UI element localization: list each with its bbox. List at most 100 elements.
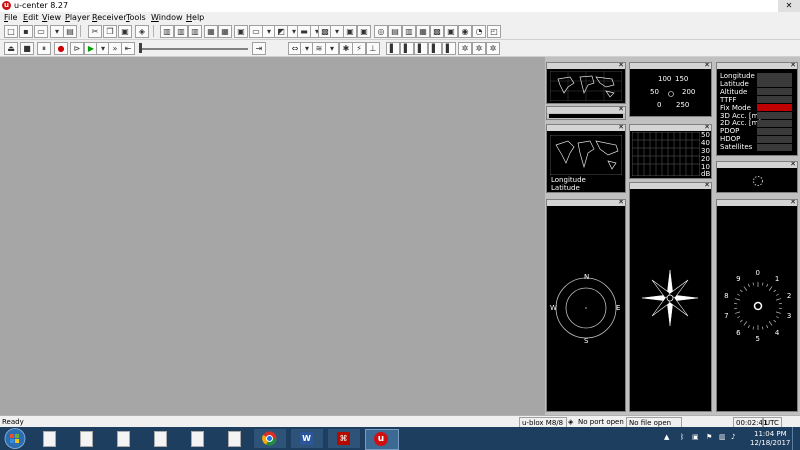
close-pane-icon[interactable]: ✕ xyxy=(790,200,796,207)
copy-icon[interactable]: ❐ xyxy=(103,25,117,38)
clock-time[interactable]: 11:04 PM xyxy=(754,430,787,438)
sky-view-icon[interactable]: ▣ xyxy=(357,25,371,38)
bar-e-icon[interactable]: ▌ xyxy=(442,42,456,55)
statistic-dropdown-icon[interactable]: ▾ xyxy=(330,25,344,38)
document-b-icon[interactable]: ▥ xyxy=(174,25,188,38)
menu-file[interactable]: File xyxy=(4,12,17,23)
data-view-pane[interactable]: ✕ Longitude Latitude Altitude TTFF Fix Mode 3… xyxy=(716,62,798,156)
binary-console-icon[interactable]: ▥ xyxy=(402,25,416,38)
histogram-icon[interactable]: ▬ xyxy=(297,25,311,38)
taskbar-document-1[interactable] xyxy=(32,429,64,448)
polling-icon[interactable]: ⚡ xyxy=(352,42,366,55)
taskbar-document-5[interactable] xyxy=(180,429,212,448)
start-button-icon[interactable] xyxy=(4,428,26,449)
clock-pane[interactable]: ✕ 0 12 34 5 67 89 xyxy=(716,199,798,412)
record-config-icon[interactable]: ◈ xyxy=(135,25,149,38)
view-icon[interactable]: ▭ xyxy=(249,25,263,38)
eject-icon[interactable]: ⏏ xyxy=(4,42,18,55)
record-icon[interactable]: ● xyxy=(54,42,68,55)
taskbar-word[interactable]: W xyxy=(291,429,323,448)
table-view-icon[interactable]: ▦ xyxy=(416,25,430,38)
dropdown-icon[interactable]: ▾ xyxy=(50,25,64,38)
menu-help[interactable]: Help xyxy=(186,12,204,23)
text-console-icon[interactable]: ▤ xyxy=(388,25,402,38)
menu-edit[interactable]: Edit xyxy=(23,12,39,23)
bar-b-icon[interactable]: ▌ xyxy=(400,42,414,55)
close-pane-icon[interactable]: ✕ xyxy=(704,183,710,190)
satellite-status-pane[interactable]: ✕ xyxy=(716,161,798,193)
menu-window[interactable]: Window xyxy=(151,12,183,23)
console-icon[interactable]: ▣ xyxy=(234,25,248,38)
antenna-icon[interactable]: ⊥ xyxy=(366,42,380,55)
tray-app-icon[interactable]: ▣ xyxy=(692,433,699,441)
deviation-map-icon[interactable]: ▣ xyxy=(343,25,357,38)
chart-icon[interactable]: ◩ xyxy=(274,25,288,38)
close-pane-icon[interactable]: ✕ xyxy=(618,125,624,132)
cut-icon[interactable]: ✂ xyxy=(88,25,102,38)
tray-arrow-icon[interactable]: ▲ xyxy=(664,433,669,441)
menu-tools[interactable]: Tools xyxy=(126,12,146,23)
signal-level-pane[interactable]: ✕ 50 40 30 20 10 dB xyxy=(629,124,712,179)
world-map-pane[interactable]: ✕ xyxy=(546,62,626,104)
stop-icon[interactable]: ■ xyxy=(20,42,34,55)
sky-view-pane[interactable]: ✕ Longitude Latitude xyxy=(546,124,626,193)
deviation-map-pane[interactable]: ✕ 100 150 50 200 0 250 xyxy=(629,62,712,117)
flag-icon[interactable]: ⚑ xyxy=(706,433,712,441)
clock-date[interactable]: 12/18/2017 xyxy=(750,439,790,447)
baudrate-icon[interactable]: ≋ xyxy=(312,42,326,55)
compass-icon[interactable]: ◉ xyxy=(458,25,472,38)
autobauding-icon[interactable]: ✱ xyxy=(339,42,353,55)
window-layout-a-icon[interactable]: ▦ xyxy=(204,25,218,38)
playback-slider-handle[interactable] xyxy=(139,43,142,53)
clock-icon[interactable]: ◔ xyxy=(472,25,486,38)
pause-icon[interactable]: ⏸ xyxy=(37,42,51,55)
close-window-button[interactable]: ✕ xyxy=(778,0,800,12)
taskbar-document-2[interactable] xyxy=(69,429,101,448)
docking-icon[interactable]: ◰ xyxy=(487,25,501,38)
close-pane-icon[interactable]: ✕ xyxy=(618,63,624,70)
gyro-pane[interactable]: ✕ xyxy=(629,182,712,412)
satellite-level-icon[interactable]: ▣ xyxy=(444,25,458,38)
bar-c-icon[interactable]: ▌ xyxy=(414,42,428,55)
bluetooth-icon[interactable]: ᛒ xyxy=(680,433,684,441)
volume-icon[interactable]: ♪ xyxy=(731,433,735,441)
gear-a-icon[interactable]: ✲ xyxy=(458,42,472,55)
bar-a-icon[interactable]: ▌ xyxy=(386,42,400,55)
save-icon[interactable]: ▪ xyxy=(19,25,33,38)
taskbar-acrobat[interactable]: ⌘ xyxy=(328,429,360,448)
window-layout-b-icon[interactable]: ▦ xyxy=(218,25,232,38)
document-c-icon[interactable]: ▥ xyxy=(188,25,202,38)
playback-slider[interactable] xyxy=(140,48,248,50)
menu-player[interactable]: Player xyxy=(65,12,90,23)
print-icon[interactable]: ▤ xyxy=(63,25,77,38)
menu-view[interactable]: View xyxy=(42,12,61,23)
rewind-icon[interactable]: ⇤ xyxy=(121,42,135,55)
taskbar-document-3[interactable] xyxy=(106,429,138,448)
gear-b-icon[interactable]: ✲ xyxy=(472,42,486,55)
paste-icon[interactable]: ▣ xyxy=(118,25,132,38)
gear-c-icon[interactable]: ✲ xyxy=(486,42,500,55)
taskbar-document-4[interactable] xyxy=(143,429,175,448)
fast-forward-icon[interactable]: » xyxy=(108,42,122,55)
map-view-icon[interactable]: ▩ xyxy=(430,25,444,38)
network-icon[interactable]: ▥ xyxy=(719,433,726,441)
compass-pane[interactable]: ✕ N S E W xyxy=(546,199,626,412)
document-a-icon[interactable]: ▥ xyxy=(160,25,174,38)
close-pane-icon[interactable]: ✕ xyxy=(618,107,624,114)
close-pane-icon[interactable]: ✕ xyxy=(618,200,624,207)
new-file-icon[interactable]: □ xyxy=(4,25,18,38)
mdi-workspace[interactable] xyxy=(0,57,545,415)
data-view-icon[interactable]: ◎ xyxy=(374,25,388,38)
bar-d-icon[interactable]: ▌ xyxy=(428,42,442,55)
menu-receiver[interactable]: Receiver xyxy=(92,12,127,23)
taskbar-u-center[interactable]: u xyxy=(365,429,399,450)
taskbar-document-6[interactable] xyxy=(217,429,249,448)
playback-end-icon[interactable]: ⇥ xyxy=(252,42,266,55)
close-pane-icon[interactable]: ✕ xyxy=(704,63,710,70)
baudrate-dropdown-icon[interactable]: ▾ xyxy=(325,42,339,55)
close-pane-icon[interactable]: ✕ xyxy=(790,162,796,169)
close-pane-icon[interactable]: ✕ xyxy=(790,63,796,70)
taskbar-chrome[interactable] xyxy=(254,429,286,448)
show-desktop-button[interactable] xyxy=(792,427,800,450)
open-icon[interactable]: ▭ xyxy=(34,25,48,38)
